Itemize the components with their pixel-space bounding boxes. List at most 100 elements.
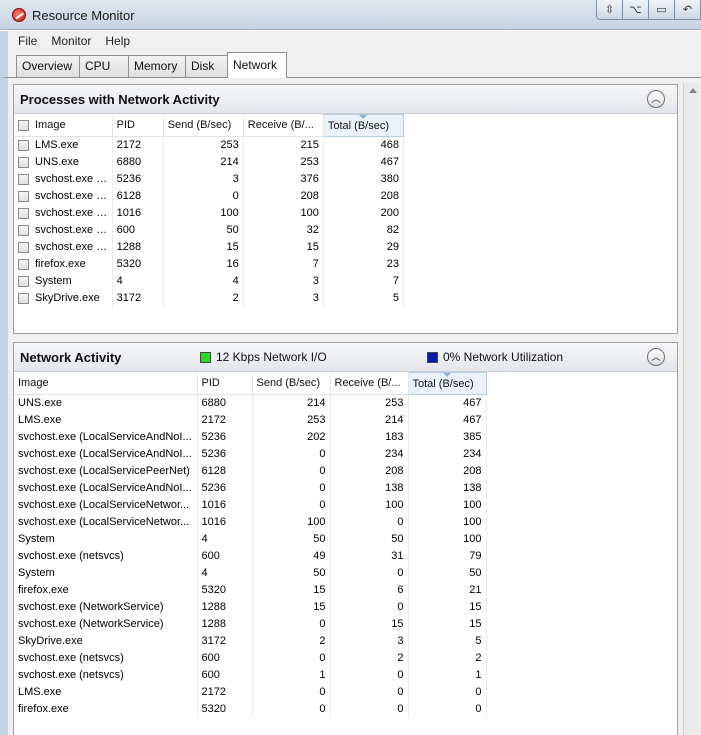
cell-total: 0 [408,683,487,701]
table-row[interactable]: UNS.exe 6880 214 253 467 [14,394,487,412]
cell-image: svchost.exe (LocalServiceNetwor... [14,513,198,531]
collapse-up-icon[interactable]: ︿ [647,90,665,108]
table-row[interactable]: svchost.exe (netsvcs) 600 0 2 2 [14,649,487,667]
col-image[interactable]: Image [14,114,113,137]
cell-total: 385 [408,428,487,446]
cell-image: svchost.exe (LocalServiceAndNoI... [14,445,198,463]
cell-receive: 138 [330,479,409,497]
tab-network[interactable]: Network [227,52,287,78]
cell-pid: 1016 [112,204,164,222]
table-row[interactable]: svchost.exe (... 5236 3 376 380 [14,170,405,188]
menu-help[interactable]: Help [105,34,130,48]
select-all-checkbox[interactable] [18,119,29,131]
cell-image: svchost.exe (NetworkService) [14,615,198,633]
row-checkbox[interactable] [18,275,29,287]
view-icon-button[interactable]: ▭ [648,0,675,20]
row-checkbox[interactable] [18,207,29,219]
table-row[interactable]: System 4 50 0 50 [14,564,487,582]
collapse-up-icon[interactable]: ︿ [647,348,665,366]
table-row[interactable]: svchost.exe (... 1016 100 100 200 [14,204,405,222]
col-receive[interactable]: Receive (B/... [330,372,409,395]
col-image[interactable]: Image [14,372,198,395]
scroll-up-arrow-icon[interactable] [689,88,697,93]
cell-image: svchost.exe (netsvcs) [14,649,198,667]
tab-cpu[interactable]: CPU [79,55,129,77]
cell-total: 100 [408,513,487,531]
row-checkbox[interactable] [18,139,29,151]
network-panel-header[interactable]: Network Activity 12 Kbps Network I/O 0% … [14,343,677,372]
cell-receive: 0 [330,666,409,684]
row-checkbox[interactable] [18,292,29,304]
table-row[interactable]: svchost.exe (LocalServiceAndNoI... 5236 0 2… [14,445,487,463]
col-total[interactable]: Total (B/sec) [322,114,405,137]
row-checkbox[interactable] [18,241,29,253]
table-row[interactable]: LMS.exe 2172 0 0 0 [14,683,487,701]
table-row[interactable]: svchost.exe (... 600 50 32 82 [14,221,405,239]
cell-receive: 15 [243,238,324,256]
table-row[interactable]: SkyDrive.exe 3172 2 3 5 [14,632,487,650]
table-row[interactable]: svchost.exe (... 1288 15 15 29 [14,238,405,256]
row-checkbox[interactable] [18,224,29,236]
cell-receive: 6 [330,581,409,599]
table-row[interactable]: svchost.exe (... 6128 0 208 208 [14,187,405,205]
cell-total: 79 [408,547,487,565]
network-table-header: Image PID Send (B/sec) Receive (B/... To… [14,372,487,395]
cell-receive: 3 [243,272,324,290]
sort-icon-button[interactable]: ⇳ [596,0,623,20]
network-utilization-label: 0% Network Utilization [443,350,564,364]
vertical-scrollbar[interactable] [683,83,701,735]
row-checkbox[interactable] [18,190,29,202]
col-pid[interactable]: PID [197,372,253,395]
cell-pid: 5236 [197,479,253,497]
table-row[interactable]: System 4 4 3 7 [14,272,405,290]
cell-image: svchost.exe (... [14,238,113,256]
col-receive[interactable]: Receive (B/... [243,114,324,137]
cell-image: UNS.exe [14,153,113,171]
table-row[interactable]: LMS.exe 2172 253 214 467 [14,411,487,429]
tab-overview[interactable]: Overview [16,55,80,77]
table-row[interactable]: firefox.exe 5320 15 6 21 [14,581,487,599]
col-total[interactable]: Total (B/sec) [407,372,487,395]
table-row[interactable]: firefox.exe 5320 0 0 0 [14,700,487,718]
cell-send: 253 [252,411,331,429]
table-row[interactable]: svchost.exe (NetworkService) 1288 0 15 15 [14,615,487,633]
col-pid[interactable]: PID [112,114,164,137]
cell-receive: 0 [330,683,409,701]
col-send[interactable]: Send (B/sec) [252,372,331,395]
table-row[interactable]: svchost.exe (netsvcs) 600 1 0 1 [14,666,487,684]
row-checkbox[interactable] [18,258,29,270]
cell-total: 467 [323,153,405,171]
table-row[interactable]: svchost.exe (LocalServiceAndNoI... 5236 20… [14,428,487,446]
table-row[interactable]: firefox.exe 5320 16 7 23 [14,255,405,273]
row-checkbox[interactable] [18,156,29,168]
cell-pid: 600 [112,221,164,239]
tab-memory[interactable]: Memory [128,55,186,77]
undo-icon-button[interactable]: ↶ [674,0,701,20]
menu-file[interactable]: File [18,34,37,48]
cell-pid: 4 [197,530,253,548]
pin-icon-button[interactable]: ⌥ [622,0,649,20]
cell-total: 208 [408,462,487,480]
cell-receive: 100 [243,204,324,222]
processes-panel-header[interactable]: Processes with Network Activity ︿ [14,85,677,114]
network-utilization-legend: 0% Network Utilization [427,350,563,364]
cell-send: 100 [163,204,244,222]
table-row[interactable]: svchost.exe (LocalServicePeerNet) 6128 0 20… [14,462,487,480]
table-row[interactable]: UNS.exe 6880 214 253 467 [14,153,405,171]
cell-image: svchost.exe (LocalServiceAndNoI... [14,428,198,446]
menu-monitor[interactable]: Monitor [51,34,91,48]
table-row[interactable]: svchost.exe (netsvcs) 600 49 31 79 [14,547,487,565]
table-row[interactable]: svchost.exe (LocalServiceAndNoI... 5236 0 1… [14,479,487,497]
cell-pid: 6880 [197,394,253,412]
row-checkbox[interactable] [18,173,29,185]
table-row[interactable]: System 4 50 50 100 [14,530,487,548]
cell-send: 100 [252,513,331,531]
table-row[interactable]: svchost.exe (LocalServiceNetwor... 1016 0 1… [14,496,487,514]
cell-receive: 183 [330,428,409,446]
col-send[interactable]: Send (B/sec) [163,114,244,137]
cell-image: svchost.exe (... [14,221,113,239]
table-row[interactable]: SkyDrive.exe 3172 2 3 5 [14,289,405,307]
table-row[interactable]: svchost.exe (LocalServiceNetwor... 1016 10… [14,513,487,531]
table-row[interactable]: LMS.exe 2172 253 215 468 [14,136,405,154]
table-row[interactable]: svchost.exe (NetworkService) 1288 15 0 15 [14,598,487,616]
